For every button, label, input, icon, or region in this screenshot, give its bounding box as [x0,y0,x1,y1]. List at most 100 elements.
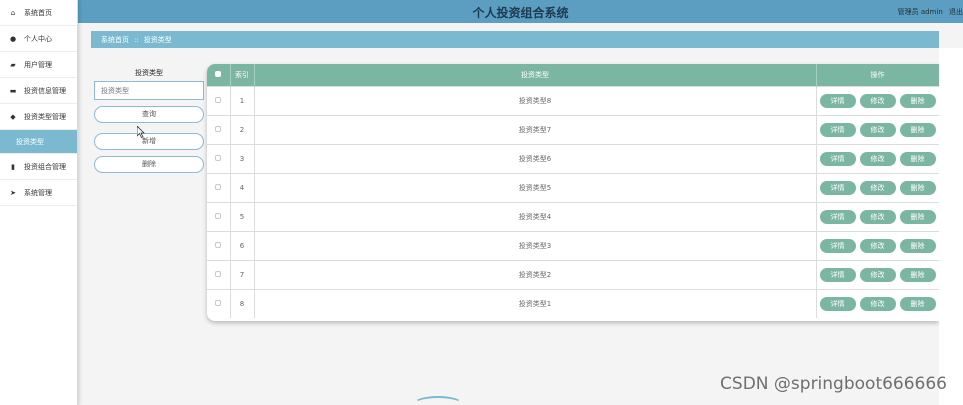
row-actions: 详情 修改 删除 [816,172,939,202]
detail-button[interactable]: 详情 [819,296,856,311]
app-title: 个人投资组合系统 [472,6,569,20]
edit-button[interactable]: 修改 [859,180,896,195]
row-checkbox[interactable] [215,299,222,306]
row-checkbox[interactable] [215,125,222,132]
watermark: CSDN @springboot666666 [720,374,947,394]
sidebar-item-users[interactable]: ▰ 用户管理 [0,52,77,78]
sidebar-item-profile[interactable]: ● 个人中心 [0,26,77,52]
sidebar-item-label: 投资组合管理 [24,162,66,171]
row-actions: 详情 修改 删除 [816,201,939,231]
breadcrumb: 系统首页 :: 投资类型 [91,31,939,48]
row-select-cell[interactable] [207,288,231,318]
table-row: 1 投资类型8 详情 修改 删除 [207,85,939,115]
edit-button[interactable]: 修改 [859,296,896,311]
row-type: 投资类型7 [254,114,817,144]
detail-button[interactable]: 详情 [819,267,856,282]
detail-button[interactable]: 详情 [819,93,856,108]
table-row: 5 投资类型4 详情 修改 删除 [207,201,939,231]
row-checkbox[interactable] [215,241,222,248]
table-row: 2 投资类型7 详情 修改 删除 [207,114,939,144]
edit-button[interactable]: 修改 [859,209,896,224]
row-actions: 详情 修改 删除 [816,114,939,144]
edit-button[interactable]: 修改 [859,122,896,137]
sidebar-item-label: 投资类型管理 [24,112,66,121]
sidebar-item-system[interactable]: ➤ 系统管理 [0,180,77,206]
row-index: 7 [230,259,255,289]
table-row: 7 投资类型2 详情 修改 删除 [207,259,939,289]
row-checkbox[interactable] [215,270,222,277]
row-index: 6 [230,230,255,260]
row-select-cell[interactable] [207,85,231,115]
logout-link[interactable]: 退出 [949,8,963,16]
edit-button[interactable]: 修改 [859,238,896,253]
edit-button[interactable]: 修改 [859,151,896,166]
delete-button[interactable]: 删除 [94,156,204,173]
row-actions: 详情 修改 删除 [816,288,939,318]
column-header-type: 投资类型 [254,64,817,86]
detail-button[interactable]: 详情 [819,238,856,253]
detail-button[interactable]: 详情 [819,122,856,137]
detail-button[interactable]: 详情 [819,151,856,166]
row-delete-button[interactable]: 删除 [899,296,936,311]
row-select-cell[interactable] [207,259,231,289]
breadcrumb-current: 投资类型 [143,35,172,44]
select-all-checkbox[interactable] [215,70,222,77]
row-delete-button[interactable]: 删除 [899,180,936,195]
row-actions: 详情 修改 删除 [816,230,939,260]
detail-button[interactable]: 详情 [819,180,856,195]
user-info: 管理员 admin 退出 [898,7,963,17]
row-checkbox[interactable] [215,183,222,190]
user-label: 管理员 admin [897,8,943,16]
row-type: 投资类型3 [254,230,817,260]
card-icon: ▬ [9,86,17,95]
breadcrumb-home[interactable]: 系统首页 [101,35,129,45]
sidebar-item-label: 个人中心 [24,34,52,43]
right-edge-strip [939,48,963,405]
row-delete-button[interactable]: 删除 [899,93,936,108]
sidebar-item-investment-info[interactable]: ▬ 投资信息管理 [0,78,77,104]
sidebar-item-home[interactable]: ⌂ 系统首页 [0,0,77,26]
table-row: 4 投资类型5 详情 修改 删除 [207,172,939,202]
row-delete-button[interactable]: 删除 [899,122,936,137]
row-index: 1 [230,85,255,115]
row-index: 4 [230,172,255,202]
query-button[interactable]: 查询 [94,106,204,123]
app-root: 个人投资组合系统 管理员 admin 退出 ⌂ 系统首页 ● 个人中心 ▰ 用户… [0,0,963,405]
search-input[interactable] [94,81,204,100]
row-index: 2 [230,114,255,144]
row-select-cell[interactable] [207,230,231,260]
column-header-actions: 操作 [816,64,939,86]
table-row: 8 投资类型1 详情 修改 删除 [207,288,939,318]
detail-button[interactable]: 详情 [819,209,856,224]
edit-button[interactable]: 修改 [859,93,896,108]
row-checkbox[interactable] [215,154,222,161]
row-select-cell[interactable] [207,114,231,144]
bottom-decoration [413,396,463,405]
row-type: 投资类型1 [254,288,817,318]
table-header-row: 索引 投资类型 操作 [207,64,939,86]
tag-icon: ◆ [10,112,16,121]
row-delete-button[interactable]: 删除 [899,267,936,282]
row-delete-button[interactable]: 删除 [899,238,936,253]
add-button[interactable]: 新增 [94,133,204,150]
mouse-cursor-icon [137,126,145,138]
row-delete-button[interactable]: 删除 [899,151,936,166]
sidebar-item-label: 系统首页 [24,8,52,17]
row-select-cell[interactable] [207,143,231,173]
row-delete-button[interactable]: 删除 [899,209,936,224]
row-checkbox[interactable] [215,96,222,103]
users-icon: ▰ [10,60,16,69]
sidebar-item-label: 系统管理 [24,188,52,197]
row-select-cell[interactable] [207,201,231,231]
data-table: 索引 投资类型 操作 1 投资类型8 详情 修改 删除 2 投资类型7 详情 修改 删除 3 投资类型… [207,64,939,321]
sidebar-item-portfolio[interactable]: ▮ 投资组合管理 [0,154,77,180]
edit-button[interactable]: 修改 [859,267,896,282]
sidebar-item-investment-type-mgmt[interactable]: ◆ 投资类型管理 [0,104,77,130]
user-icon: ● [9,34,17,43]
search-label: 投资类型 [135,69,163,77]
row-select-cell[interactable] [207,172,231,202]
select-all-cell[interactable] [207,64,231,86]
sidebar-subitem-investment-type[interactable]: 投资类型 [0,130,77,154]
row-checkbox[interactable] [215,212,222,219]
row-type: 投资类型6 [254,143,817,173]
